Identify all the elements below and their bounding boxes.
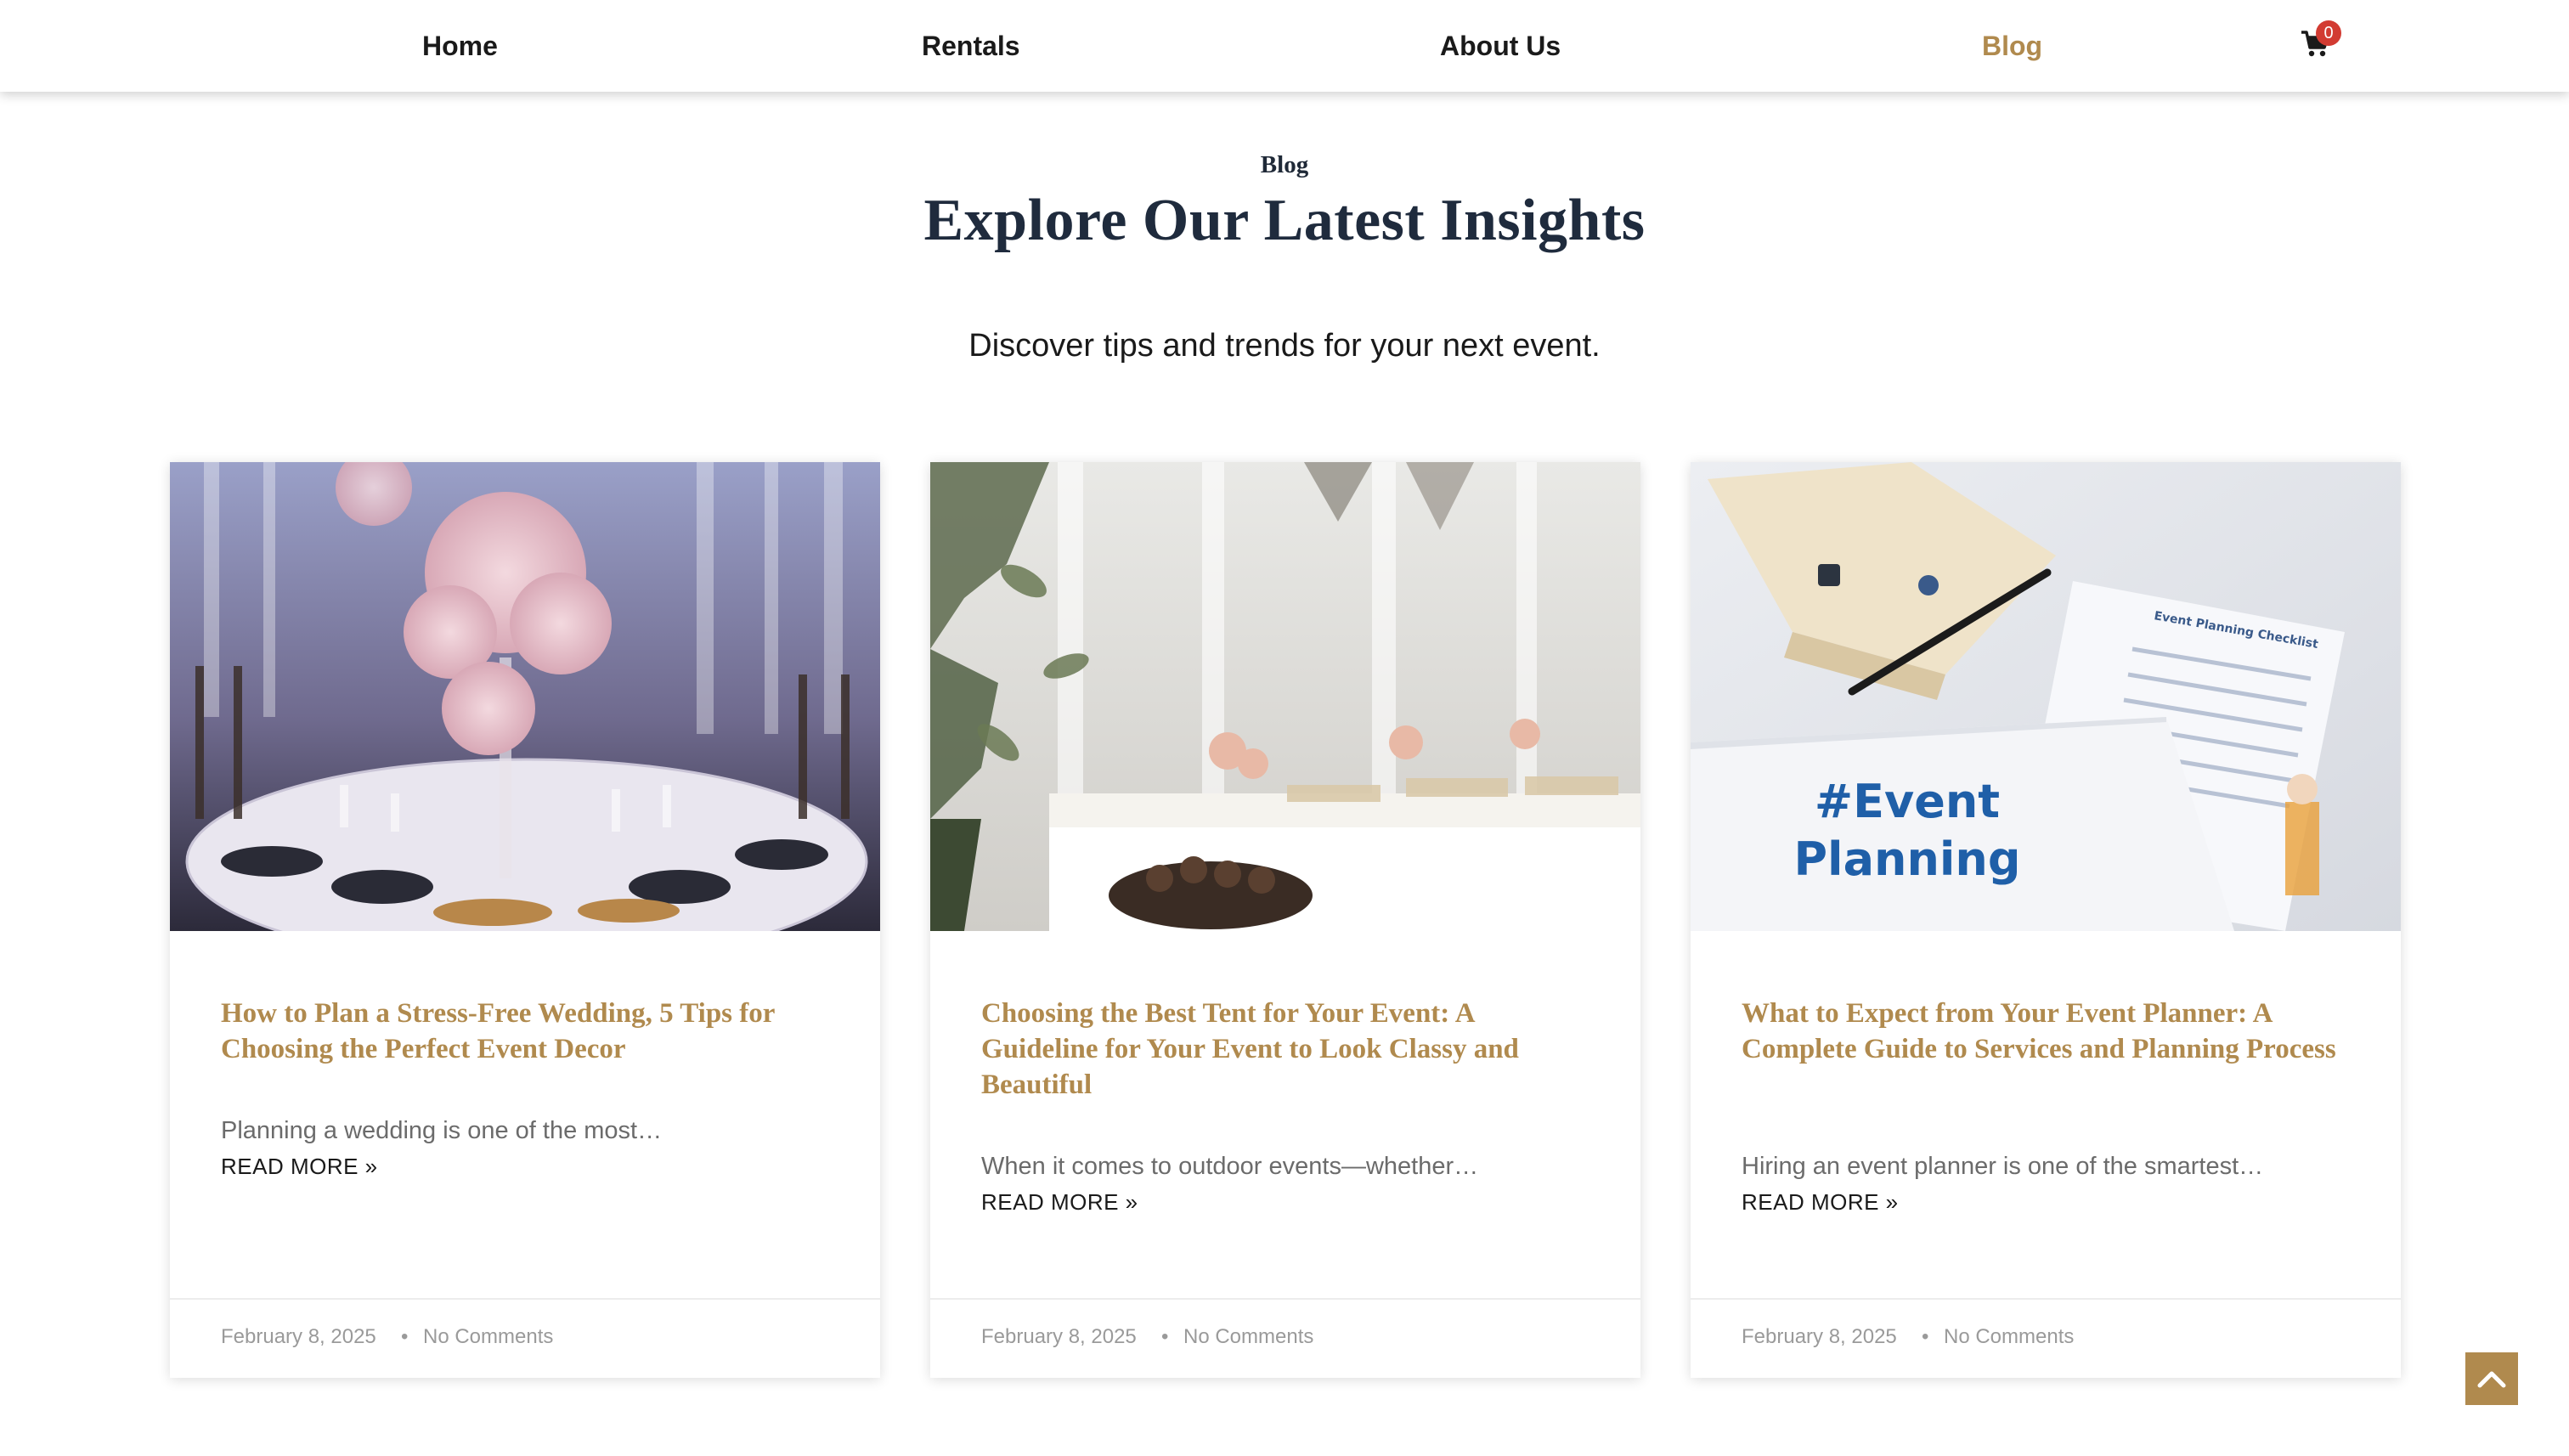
- post-title-link[interactable]: How to Plan a Stress-Free Wedding, 5 Tip…: [221, 996, 829, 1067]
- post-image-tent-dessert-table[interactable]: [930, 462, 1640, 931]
- post-comments-link[interactable]: No Comments: [423, 1325, 553, 1349]
- post-date: February 8, 2025: [1742, 1325, 1897, 1348]
- meta-separator: •: [1922, 1325, 1929, 1348]
- post-image-wedding-table[interactable]: [170, 462, 880, 931]
- page-subtitle: Discover tips and trends for your next e…: [968, 328, 1601, 364]
- nav-rentals-link[interactable]: Rentals: [922, 25, 1020, 66]
- post-excerpt: Hiring an event planner is one of the sm…: [1742, 1153, 2264, 1180]
- page-title: Explore Our Latest Insights: [923, 188, 1646, 253]
- post-title-link[interactable]: Choosing the Best Tent for Your Event: A…: [981, 996, 1589, 1103]
- post-date: February 8, 2025: [981, 1325, 1137, 1348]
- nav-home-link[interactable]: Home: [422, 25, 498, 66]
- post-meta: February 8, 2025 • No Comments: [1691, 1298, 2401, 1378]
- post-comments-link[interactable]: No Comments: [1183, 1325, 1313, 1349]
- meta-separator: •: [401, 1325, 409, 1348]
- cart-button[interactable]: 0: [2294, 20, 2345, 71]
- read-more-link[interactable]: READ MORE »: [221, 1154, 378, 1180]
- post-image-event-planning[interactable]: Event Planning Checklist #Event Planning: [1691, 462, 2401, 931]
- post-meta: February 8, 2025 • No Comments: [930, 1298, 1640, 1378]
- post-date: February 8, 2025: [221, 1325, 376, 1348]
- post-comments-link[interactable]: No Comments: [1944, 1325, 2074, 1349]
- cart-count-badge: 0: [2316, 20, 2341, 46]
- post-title-link[interactable]: What to Expect from Your Event Planner: …: [1742, 996, 2350, 1067]
- meta-separator: •: [1161, 1325, 1169, 1348]
- post-excerpt: Planning a wedding is one of the most…: [221, 1117, 663, 1144]
- read-more-link[interactable]: READ MORE »: [1742, 1189, 1899, 1216]
- site-header: Home Rentals About Us Blog 0: [0, 0, 2569, 92]
- chevron-up-icon: [2477, 1371, 2506, 1388]
- blog-post-card: How to Plan a Stress-Free Wedding, 5 Tip…: [170, 462, 880, 1378]
- nav-about-us-link[interactable]: About Us: [1440, 25, 1561, 66]
- scroll-to-top-button[interactable]: [2465, 1352, 2518, 1405]
- read-more-link[interactable]: READ MORE »: [981, 1189, 1138, 1216]
- post-meta: February 8, 2025 • No Comments: [170, 1298, 880, 1378]
- post-excerpt: When it comes to outdoor events—whether…: [981, 1153, 1479, 1180]
- nav-blog-link[interactable]: Blog: [1982, 25, 2042, 66]
- section-eyebrow: Blog: [1260, 151, 1309, 178]
- hashtag-text-line1: #Event: [1815, 775, 2000, 828]
- blog-post-card: Event Planning Checklist #Event Planning…: [1691, 462, 2401, 1378]
- blog-post-card: Choosing the Best Tent for Your Event: A…: [930, 462, 1640, 1378]
- hashtag-text-line2: Planning: [1793, 832, 2020, 886]
